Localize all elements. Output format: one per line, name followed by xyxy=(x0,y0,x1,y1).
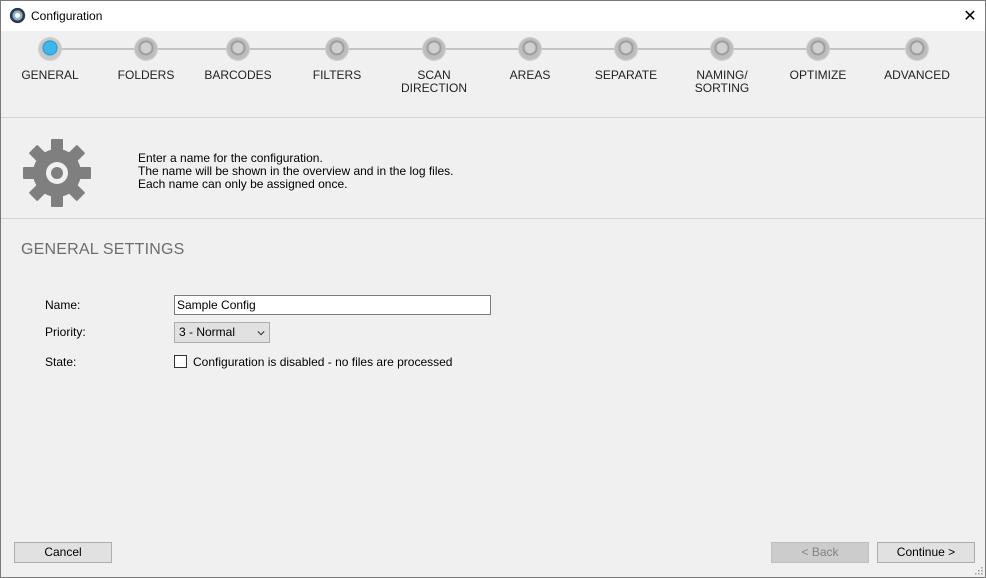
resize-grip-icon[interactable] xyxy=(973,565,983,575)
gear-icon xyxy=(23,139,91,207)
info-panel: Enter a name for the configuration. The … xyxy=(1,118,985,219)
step-dot xyxy=(615,38,637,60)
step-dot xyxy=(135,38,157,60)
step-dot xyxy=(519,38,541,60)
back-button[interactable]: < Back xyxy=(771,542,869,563)
step-label: OPTIMIZE xyxy=(789,68,847,82)
priority-select[interactable]: 3 - Normal xyxy=(174,322,270,343)
close-icon: ✕ xyxy=(963,8,977,25)
step-label: ADVANCED xyxy=(884,68,950,82)
window-title: Configuration xyxy=(31,9,103,23)
priority-value: 3 - Normal xyxy=(179,325,236,339)
step-dot xyxy=(906,38,928,60)
state-checkbox[interactable] xyxy=(174,355,187,368)
step-dot xyxy=(227,38,249,60)
step-dot xyxy=(807,38,829,60)
step-label: BARCODES xyxy=(204,68,272,82)
state-checkbox-label[interactable]: Configuration is disabled - no files are… xyxy=(193,355,452,369)
step-label: AREAS xyxy=(509,68,551,82)
step-label: NAMING/ SORTING xyxy=(694,68,750,95)
step-dot xyxy=(423,38,445,60)
state-label: State: xyxy=(45,355,77,369)
cancel-button[interactable]: Cancel xyxy=(14,542,112,563)
wizard-stepper: GENERAL FOLDERS BARCODES FILTERS SCAN DI… xyxy=(1,31,985,118)
step-dot xyxy=(711,38,733,60)
configuration-window: Configuration ✕ GENERAL FOLDERS BARCODES… xyxy=(0,0,986,578)
chevron-down-icon xyxy=(257,331,265,336)
info-text: Enter a name for the configuration. The … xyxy=(138,152,454,191)
step-label: FOLDERS xyxy=(117,68,175,82)
step-label: SEPARATE xyxy=(594,68,658,82)
close-button[interactable]: ✕ xyxy=(955,1,985,31)
priority-label: Priority: xyxy=(45,325,86,339)
step-dot xyxy=(326,38,348,60)
section-title: GENERAL SETTINGS xyxy=(21,241,185,258)
step-label: SCAN DIRECTION xyxy=(401,68,467,95)
name-input[interactable] xyxy=(174,295,491,315)
stepper-line xyxy=(49,48,917,50)
name-label: Name: xyxy=(45,298,81,312)
title-bar: Configuration ✕ xyxy=(1,1,985,31)
gear-app-icon xyxy=(9,7,26,24)
step-label: GENERAL xyxy=(21,68,79,82)
step-dot-active xyxy=(39,38,61,60)
step-label: FILTERS xyxy=(312,68,362,82)
info-line: Each name can only be assigned once. xyxy=(138,177,348,191)
continue-button[interactable]: Continue > xyxy=(877,542,975,563)
